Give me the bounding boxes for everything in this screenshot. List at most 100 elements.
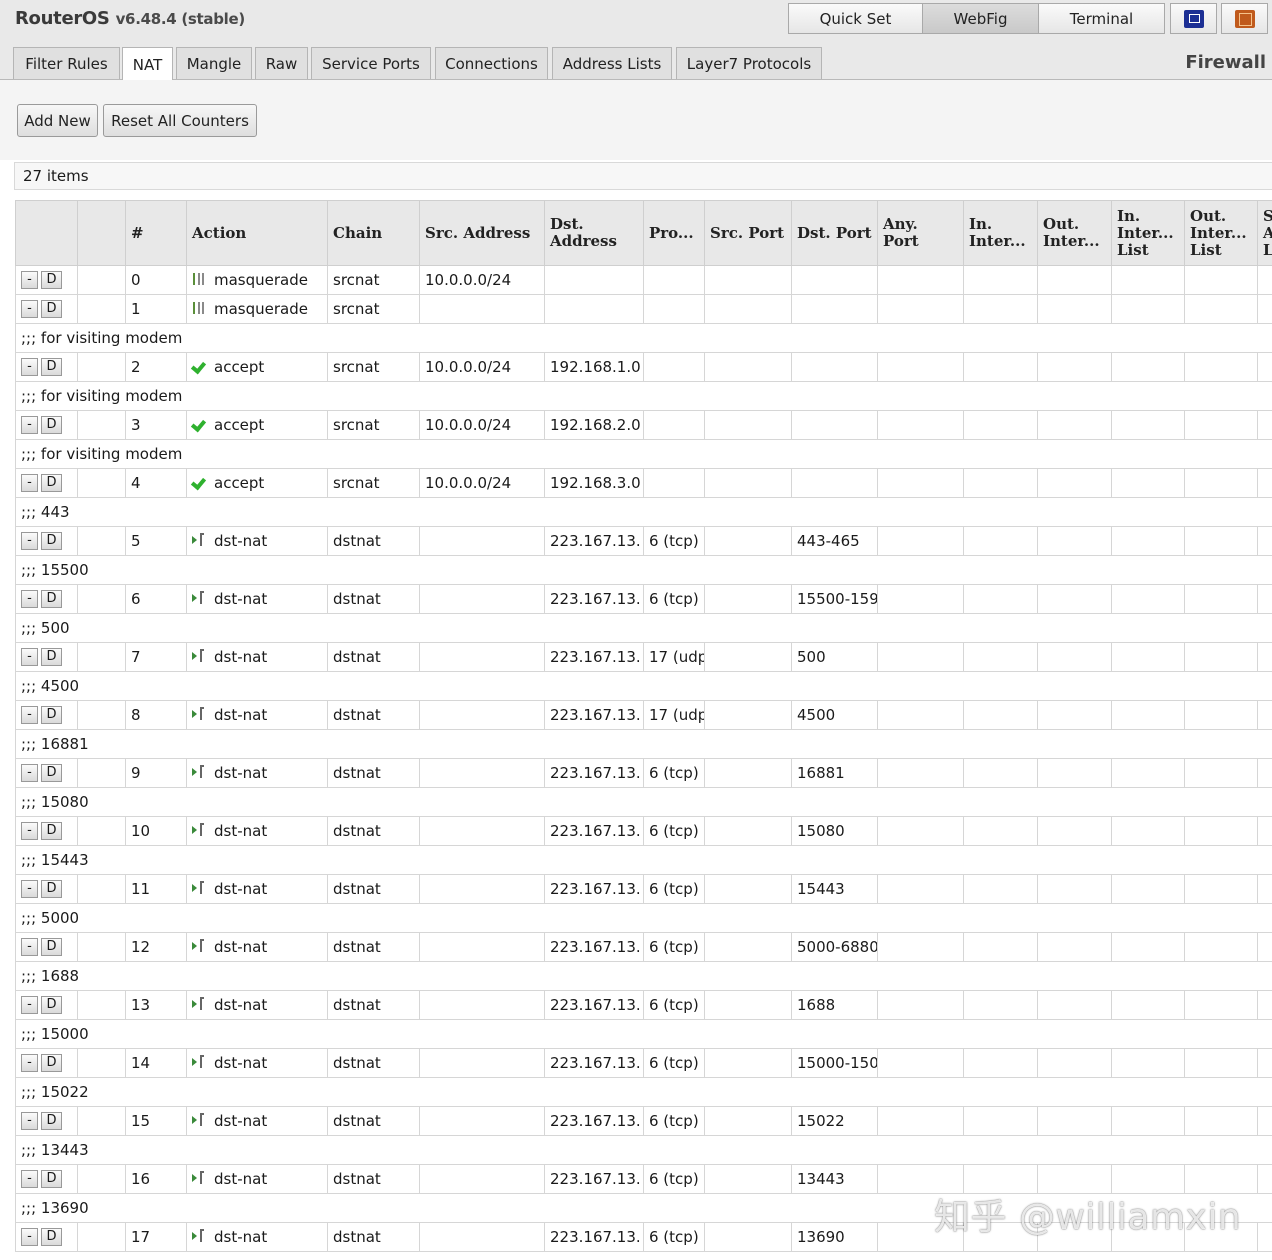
rule-dst-port[interactable]: 5000-6880 [791, 932, 878, 962]
rule-dst-address[interactable]: 192.168.3.0 [544, 468, 644, 498]
rule-action[interactable]: dst-nat [186, 816, 328, 846]
rule-number[interactable]: 16 [125, 1164, 187, 1194]
rule-chain[interactable]: dstnat [327, 700, 420, 730]
disable-rule-button[interactable]: D [41, 996, 62, 1015]
rule-out-interface[interactable] [1037, 990, 1112, 1020]
rule-in-interface[interactable] [963, 352, 1038, 382]
rule-action[interactable]: dst-nat [186, 932, 328, 962]
rule-chain[interactable]: dstnat [327, 758, 420, 788]
rule-action[interactable]: masquerade [186, 294, 328, 324]
table-row[interactable]: - D 4 accept srcnat 10.0.0.0/24 192.168.3.0 [15, 468, 1272, 498]
rule-action[interactable]: masquerade [186, 265, 328, 295]
rule-src-address-list[interactable] [1257, 1164, 1272, 1194]
rule-dst-port[interactable]: 15000-150 [791, 1048, 878, 1078]
rule-src-port[interactable] [704, 410, 792, 440]
rule-action[interactable]: dst-nat [186, 758, 328, 788]
rule-src-address[interactable] [419, 758, 545, 788]
rule-chain[interactable]: dstnat [327, 816, 420, 846]
remove-rule-button[interactable]: - [21, 706, 38, 725]
rule-src-address-list[interactable] [1257, 265, 1272, 295]
rule-src-port[interactable] [704, 526, 792, 556]
rule-any-port[interactable] [877, 874, 964, 904]
rule-in-interface[interactable] [963, 1106, 1038, 1136]
rule-chain[interactable]: dstnat [327, 642, 420, 672]
table-row[interactable]: - D 14 dst-nat dstnat 223.167.13. 6 (tcp) 15000… [15, 1048, 1272, 1078]
rule-in-interface-list[interactable] [1111, 526, 1185, 556]
rule-number[interactable]: 2 [125, 352, 187, 382]
disable-rule-button[interactable]: D [41, 416, 62, 435]
rule-out-interface[interactable] [1037, 468, 1112, 498]
col-header-chain[interactable]: Chain [327, 200, 420, 266]
rule-action[interactable]: dst-nat [186, 1048, 328, 1078]
rule-number[interactable]: 14 [125, 1048, 187, 1078]
rule-dst-address[interactable]: 192.168.2.0 [544, 410, 644, 440]
col-header-protocol[interactable]: Pro... [643, 200, 705, 266]
rule-out-interface-list[interactable] [1184, 410, 1258, 440]
rule-src-port[interactable] [704, 584, 792, 614]
remove-rule-button[interactable]: - [21, 1112, 38, 1131]
rule-src-address[interactable]: 10.0.0.0/24 [419, 410, 545, 440]
rule-action[interactable]: dst-nat [186, 990, 328, 1020]
col-header-src-address[interactable]: Src. Address [419, 200, 545, 266]
rule-protocol[interactable]: 17 (udp [643, 700, 705, 730]
rule-chain[interactable]: dstnat [327, 932, 420, 962]
rule-src-address-list[interactable] [1257, 1222, 1272, 1252]
add-new-button[interactable]: Add New [17, 104, 98, 137]
rule-out-interface-list[interactable] [1184, 816, 1258, 846]
rule-protocol[interactable] [643, 265, 705, 295]
rule-dst-port[interactable]: 13443 [791, 1164, 878, 1194]
rule-out-interface-list[interactable] [1184, 294, 1258, 324]
rule-action[interactable]: dst-nat [186, 700, 328, 730]
rule-src-address[interactable] [419, 874, 545, 904]
rule-number[interactable]: 4 [125, 468, 187, 498]
rule-dst-address[interactable]: 223.167.13. [544, 758, 644, 788]
col-header-src-address-list[interactable]: S A L [1257, 200, 1272, 266]
rule-in-interface[interactable] [963, 816, 1038, 846]
remove-rule-button[interactable]: - [21, 822, 38, 841]
rule-any-port[interactable] [877, 294, 964, 324]
rule-dst-address[interactable]: 223.167.13. [544, 1048, 644, 1078]
col-header-dst-address[interactable]: Dst. Address [544, 200, 644, 266]
col-header-in-interface[interactable]: In. Inter... [963, 200, 1038, 266]
rule-dst-address[interactable]: 223.167.13. [544, 816, 644, 846]
col-header-src-port[interactable]: Src. Port [704, 200, 792, 266]
rule-src-address-list[interactable] [1257, 410, 1272, 440]
remove-rule-button[interactable]: - [21, 300, 38, 319]
remove-rule-button[interactable]: - [21, 880, 38, 899]
rule-number[interactable]: 8 [125, 700, 187, 730]
rule-src-port[interactable] [704, 874, 792, 904]
rule-chain[interactable]: dstnat [327, 1106, 420, 1136]
rule-in-interface[interactable] [963, 642, 1038, 672]
rule-chain[interactable]: srcnat [327, 352, 420, 382]
reset-all-counters-button[interactable]: Reset All Counters [103, 104, 257, 137]
col-header-number[interactable]: # [125, 200, 187, 266]
rule-any-port[interactable] [877, 468, 964, 498]
rule-out-interface-list[interactable] [1184, 468, 1258, 498]
rule-any-port[interactable] [877, 584, 964, 614]
rule-dst-address[interactable]: 223.167.13. [544, 990, 644, 1020]
rule-number[interactable]: 1 [125, 294, 187, 324]
rule-any-port[interactable] [877, 526, 964, 556]
disable-rule-button[interactable]: D [41, 300, 62, 319]
rule-dst-port[interactable] [791, 265, 878, 295]
rule-chain[interactable]: srcnat [327, 294, 420, 324]
rule-any-port[interactable] [877, 265, 964, 295]
remove-rule-button[interactable]: - [21, 358, 38, 377]
rule-src-port[interactable] [704, 294, 792, 324]
rule-src-address[interactable] [419, 700, 545, 730]
rule-chain[interactable]: dstnat [327, 1048, 420, 1078]
rule-in-interface[interactable] [963, 294, 1038, 324]
rule-out-interface[interactable] [1037, 642, 1112, 672]
rule-protocol[interactable]: 6 (tcp) [643, 1106, 705, 1136]
rule-out-interface-list[interactable] [1184, 874, 1258, 904]
rule-dst-address[interactable] [544, 265, 644, 295]
rule-out-interface[interactable] [1037, 294, 1112, 324]
rule-src-address-list[interactable] [1257, 990, 1272, 1020]
rule-src-address-list[interactable] [1257, 584, 1272, 614]
remove-rule-button[interactable]: - [21, 590, 38, 609]
rule-number[interactable]: 9 [125, 758, 187, 788]
design-skin-button[interactable] [1221, 3, 1268, 34]
rule-src-address-list[interactable] [1257, 874, 1272, 904]
rule-in-interface[interactable] [963, 468, 1038, 498]
rule-number[interactable]: 10 [125, 816, 187, 846]
